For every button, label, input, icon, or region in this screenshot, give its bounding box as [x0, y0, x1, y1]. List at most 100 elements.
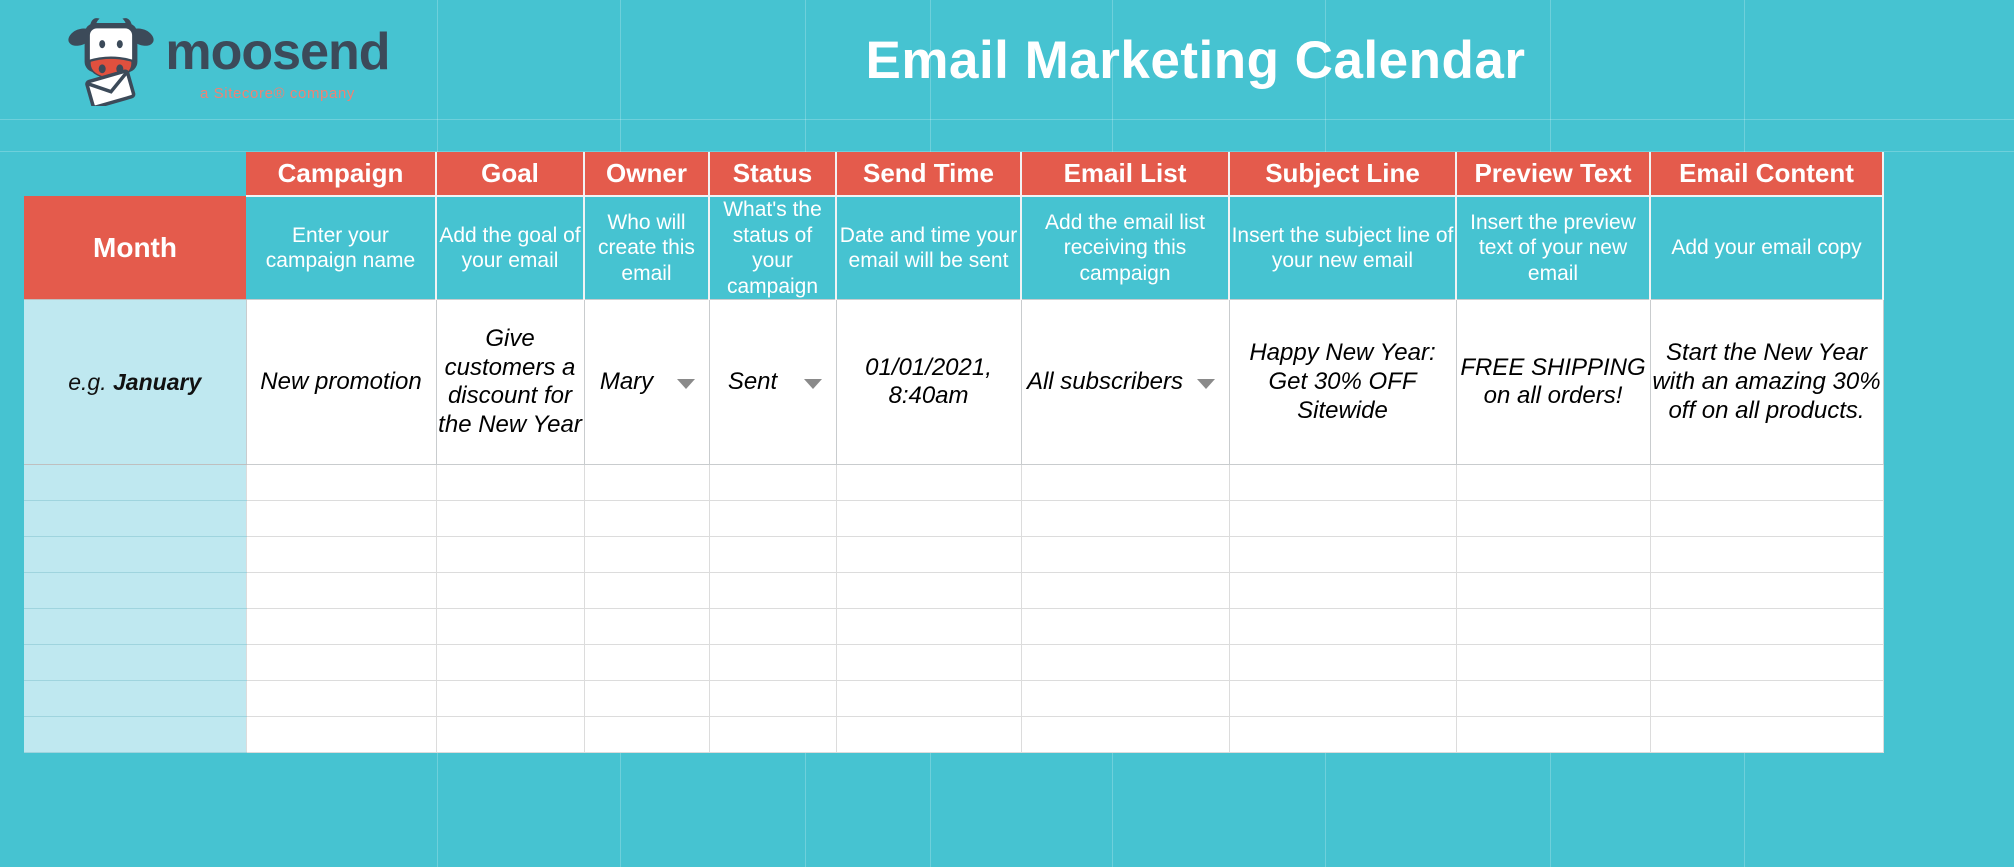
example-preview-text-cell[interactable]: FREE SHIPPING on all orders!	[1455, 299, 1651, 466]
empty-cell[interactable]	[1021, 500, 1230, 538]
empty-cell[interactable]	[709, 644, 837, 682]
empty-cell[interactable]	[245, 608, 437, 646]
empty-cell[interactable]	[709, 608, 837, 646]
example-month-cell[interactable]: e.g. January	[24, 299, 246, 466]
empty-cell[interactable]	[584, 536, 710, 574]
empty-cell[interactable]	[1456, 644, 1651, 682]
empty-cell[interactable]	[1229, 644, 1457, 682]
empty-cell[interactable]	[245, 716, 437, 754]
empty-cell[interactable]	[1229, 608, 1457, 646]
empty-cell[interactable]	[584, 608, 710, 646]
example-subject-line-cell[interactable]: Happy New Year: Get 30% OFF Sitewide	[1228, 299, 1457, 466]
chevron-down-icon[interactable]	[803, 379, 822, 390]
empty-cell[interactable]	[1021, 608, 1230, 646]
empty-cell[interactable]	[1229, 680, 1457, 718]
empty-month-cell[interactable]	[24, 536, 246, 574]
empty-cell[interactable]	[1650, 644, 1884, 682]
empty-cell[interactable]	[836, 500, 1022, 538]
empty-cell[interactable]	[436, 536, 585, 574]
column-header-email-list[interactable]: Email List	[1021, 152, 1230, 196]
empty-cell[interactable]	[709, 464, 837, 502]
empty-cell[interactable]	[1456, 572, 1651, 610]
column-header-preview-text[interactable]: Preview Text	[1456, 152, 1651, 196]
empty-cell[interactable]	[1650, 608, 1884, 646]
empty-cell[interactable]	[1021, 572, 1230, 610]
empty-cell[interactable]	[436, 572, 585, 610]
chevron-down-icon[interactable]	[676, 379, 695, 390]
empty-cell[interactable]	[1650, 572, 1884, 610]
empty-cell[interactable]	[836, 464, 1022, 502]
column-header-subject-line[interactable]: Subject Line	[1229, 152, 1457, 196]
empty-cell[interactable]	[1456, 716, 1651, 754]
empty-cell[interactable]	[1021, 680, 1230, 718]
empty-cell[interactable]	[436, 464, 585, 502]
empty-cell[interactable]	[836, 608, 1022, 646]
empty-cell[interactable]	[1456, 500, 1651, 538]
empty-cell[interactable]	[1229, 464, 1457, 502]
empty-cell[interactable]	[245, 500, 437, 538]
empty-cell[interactable]	[584, 572, 710, 610]
column-header-goal[interactable]: Goal	[436, 152, 585, 196]
empty-cell[interactable]	[1650, 464, 1884, 502]
empty-cell[interactable]	[836, 572, 1022, 610]
empty-cell[interactable]	[709, 572, 837, 610]
empty-cell[interactable]	[245, 536, 437, 574]
column-header-status[interactable]: Status	[709, 152, 837, 196]
empty-cell[interactable]	[836, 644, 1022, 682]
column-header-send-time[interactable]: Send Time	[836, 152, 1022, 196]
example-owner-cell[interactable]: Mary	[583, 299, 710, 466]
empty-cell[interactable]	[245, 680, 437, 718]
empty-cell[interactable]	[1229, 536, 1457, 574]
empty-cell[interactable]	[836, 680, 1022, 718]
empty-cell[interactable]	[1456, 536, 1651, 574]
empty-cell[interactable]	[836, 536, 1022, 574]
empty-cell[interactable]	[1650, 680, 1884, 718]
empty-cell[interactable]	[1021, 464, 1230, 502]
column-header-email-content[interactable]: Email Content	[1650, 152, 1884, 196]
empty-cell[interactable]	[436, 608, 585, 646]
empty-cell[interactable]	[1021, 716, 1230, 754]
example-send-time-cell[interactable]: 01/01/2021, 8:40am	[835, 299, 1022, 466]
empty-cell[interactable]	[1021, 644, 1230, 682]
empty-cell[interactable]	[436, 680, 585, 718]
empty-cell[interactable]	[836, 716, 1022, 754]
example-goal-cell[interactable]: Give customers a discount for the New Ye…	[435, 299, 585, 466]
empty-cell[interactable]	[1021, 536, 1230, 574]
empty-month-cell[interactable]	[24, 644, 246, 682]
empty-cell[interactable]	[1650, 716, 1884, 754]
empty-month-cell[interactable]	[24, 500, 246, 538]
empty-cell[interactable]	[1456, 680, 1651, 718]
empty-cell[interactable]	[1456, 464, 1651, 502]
empty-cell[interactable]	[709, 500, 837, 538]
example-email-content-cell[interactable]: Start the New Year with an amazing 30% o…	[1649, 299, 1884, 466]
empty-cell[interactable]	[1229, 500, 1457, 538]
column-header-campaign[interactable]: Campaign	[246, 152, 437, 196]
column-header-owner[interactable]: Owner	[584, 152, 710, 196]
empty-month-cell[interactable]	[24, 464, 246, 502]
empty-cell[interactable]	[584, 464, 710, 502]
empty-month-cell[interactable]	[24, 608, 246, 646]
empty-month-cell[interactable]	[24, 572, 246, 610]
example-email-list-cell[interactable]: All subscribers	[1020, 299, 1230, 466]
empty-cell[interactable]	[1229, 716, 1457, 754]
empty-cell[interactable]	[1650, 500, 1884, 538]
empty-cell[interactable]	[1229, 572, 1457, 610]
empty-cell[interactable]	[245, 464, 437, 502]
empty-cell[interactable]	[245, 644, 437, 682]
empty-cell[interactable]	[436, 716, 585, 754]
empty-cell[interactable]	[245, 572, 437, 610]
empty-cell[interactable]	[709, 716, 837, 754]
empty-cell[interactable]	[584, 716, 710, 754]
empty-cell[interactable]	[584, 680, 710, 718]
empty-cell[interactable]	[709, 536, 837, 574]
empty-cell[interactable]	[1650, 536, 1884, 574]
empty-cell[interactable]	[584, 500, 710, 538]
empty-cell[interactable]	[584, 644, 710, 682]
example-campaign-cell[interactable]: New promotion	[245, 299, 437, 466]
empty-cell[interactable]	[1456, 608, 1651, 646]
empty-cell[interactable]	[436, 500, 585, 538]
empty-month-cell[interactable]	[24, 716, 246, 754]
empty-cell[interactable]	[436, 644, 585, 682]
empty-month-cell[interactable]	[24, 680, 246, 718]
empty-cell[interactable]	[709, 680, 837, 718]
